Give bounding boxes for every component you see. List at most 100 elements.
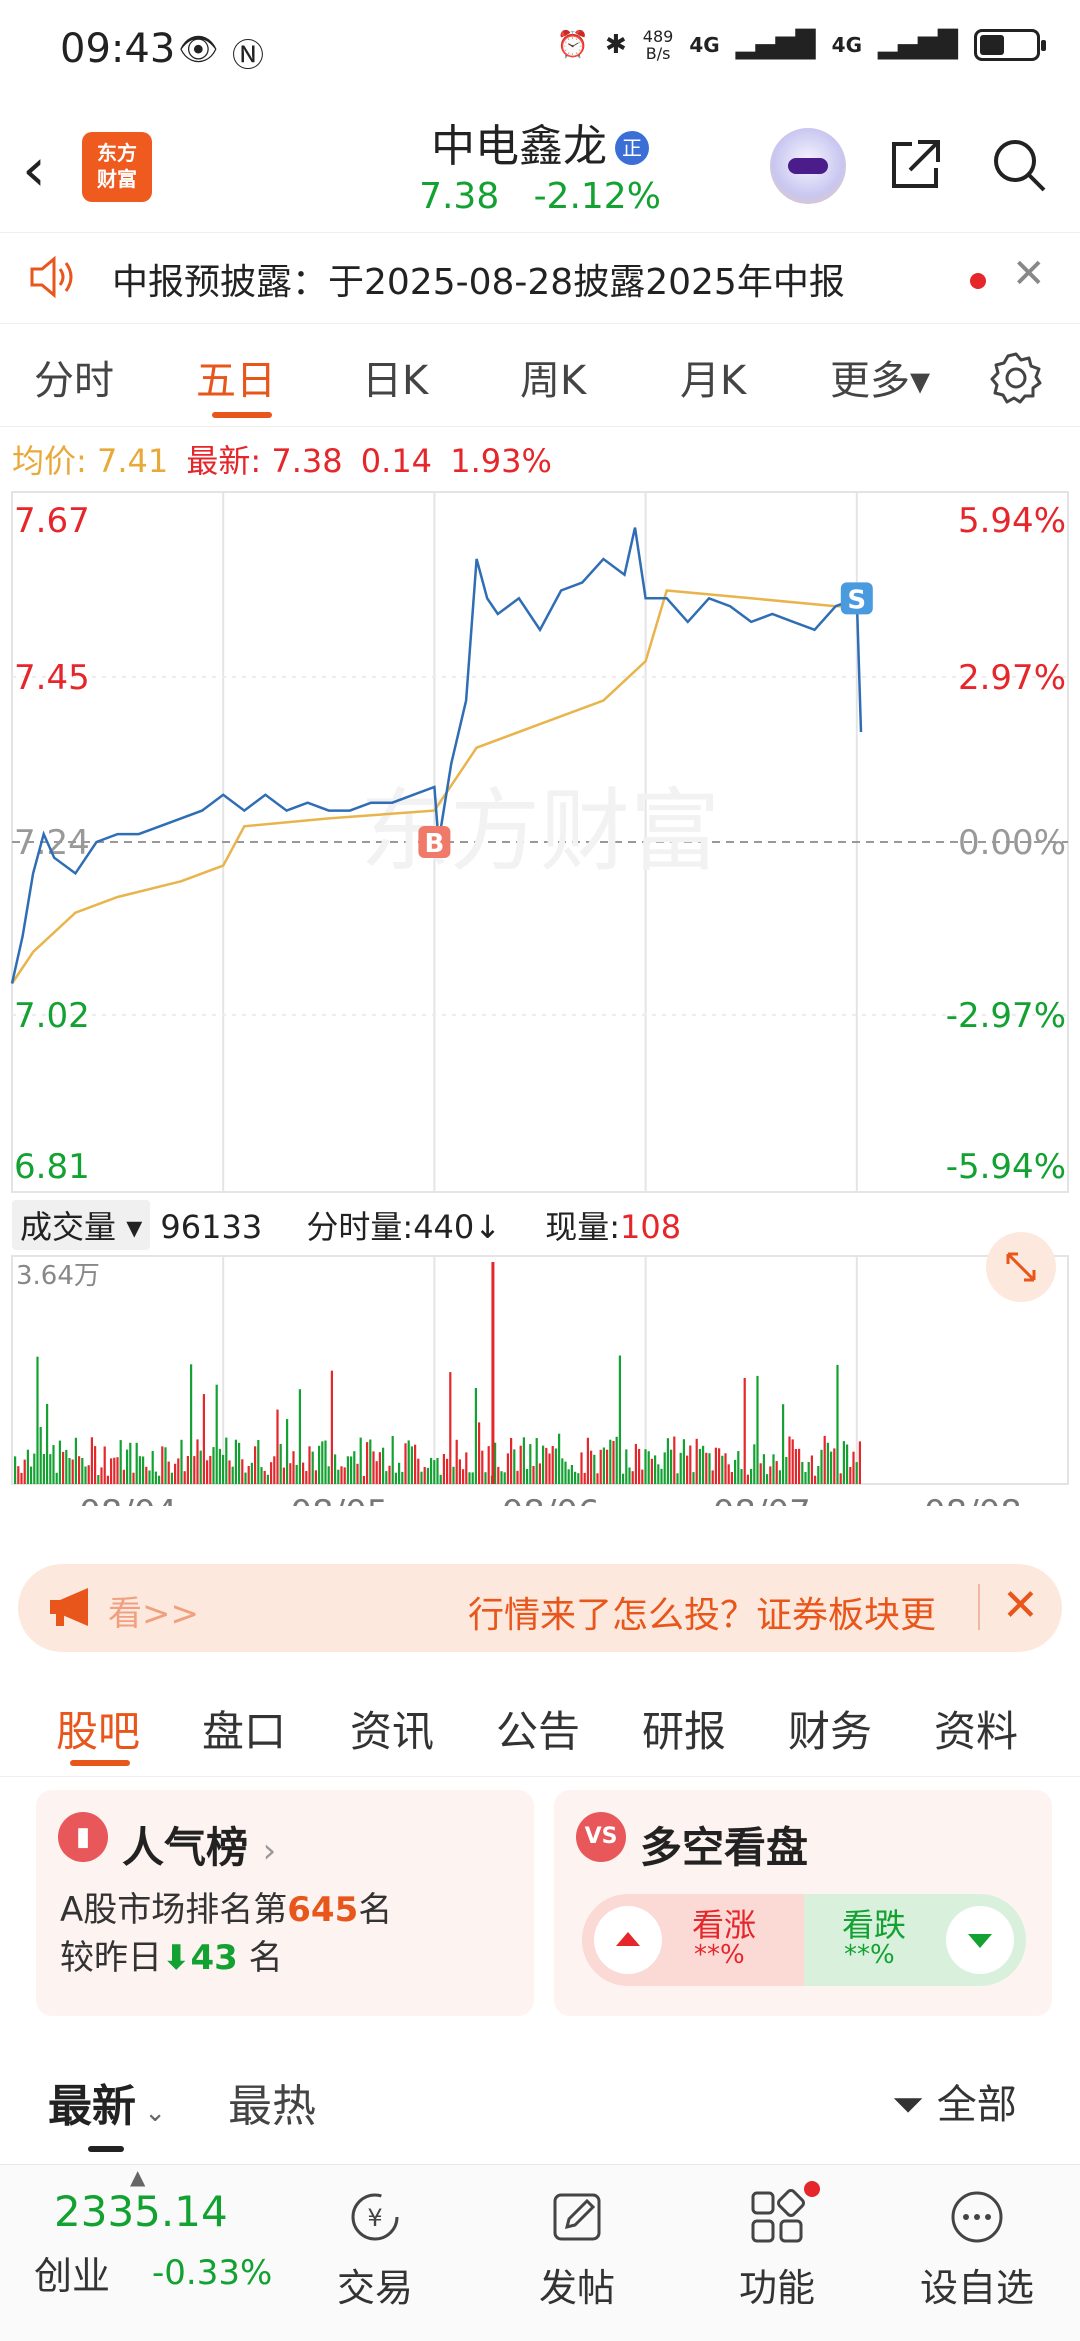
nav-watchlist[interactable]: 设自选 [912, 2175, 1042, 2312]
tab-day-k[interactable]: 日K [362, 348, 428, 406]
tab-finance[interactable]: 财务 [788, 1698, 872, 1759]
tab-fenshi[interactable]: 分时 [34, 348, 114, 406]
grid-icon [751, 2189, 805, 2243]
megaphone-icon [50, 1588, 88, 1626]
longshort-card: VS 多空看盘 看涨 **% 看跌 **% [554, 1790, 1052, 2016]
volume-bar [442, 1454, 445, 1484]
y-left-tick-label: 7.24 [14, 823, 90, 863]
volume-bar [372, 1451, 375, 1484]
volume-bar [330, 1370, 333, 1484]
volume-bar [314, 1470, 317, 1484]
volume-bar [682, 1439, 685, 1484]
volume-bar [404, 1443, 407, 1484]
volume-bar [452, 1466, 455, 1484]
volume-bar [561, 1458, 564, 1484]
volume-bar [708, 1453, 711, 1484]
tab-research[interactable]: 研报 [642, 1698, 726, 1759]
volume-bar [353, 1451, 356, 1484]
volume-bar [724, 1453, 727, 1484]
filter-latest[interactable]: 最新 ⌄ [48, 2070, 166, 2134]
vote-down-button[interactable]: 看跌 **% [804, 1894, 1026, 1986]
volume-bar [238, 1442, 241, 1484]
volume-bar [177, 1458, 180, 1484]
tab-announcements[interactable]: 公告 [496, 1698, 580, 1759]
volume-bar [110, 1458, 113, 1484]
volume-bar [711, 1470, 714, 1484]
vote-up-button[interactable]: 看涨 **% [582, 1894, 804, 1986]
volume-bar [263, 1470, 266, 1484]
notice-close-button[interactable]: ✕ [1012, 251, 1046, 297]
volume-bar [801, 1462, 804, 1484]
promo-banner[interactable]: 看>> 行情来了怎么投？证券板块更 ✕ [18, 1564, 1062, 1652]
trade-marker-label: S [847, 585, 866, 615]
volume-bar [148, 1470, 151, 1484]
volume-bar [750, 1468, 753, 1484]
filter-icon: ⏷ [892, 2082, 924, 2128]
volume-bar [506, 1453, 509, 1484]
volume-bar [289, 1463, 292, 1484]
search-icon[interactable] [990, 136, 1048, 194]
volume-bar [164, 1447, 167, 1484]
status-time: 09:43 [60, 26, 176, 72]
volume-bar [356, 1463, 359, 1484]
tab2-underline [70, 1760, 130, 1766]
volume-bar [516, 1470, 519, 1484]
tab-profile[interactable]: 资料 [934, 1698, 1018, 1759]
volume-bar [670, 1449, 673, 1484]
volume-bar [740, 1469, 743, 1484]
volume-bar [113, 1457, 116, 1484]
volume-bar [292, 1451, 295, 1484]
banner-see-link[interactable]: 看>> [108, 1586, 199, 1635]
tab-more[interactable]: 更多▾ [830, 348, 930, 406]
volume-bar [788, 1436, 791, 1484]
volume-bar [577, 1473, 580, 1484]
popularity-title: 人气榜 › [122, 1823, 277, 1872]
tab-month-k[interactable]: 月K [680, 348, 746, 406]
volume-bar [714, 1447, 717, 1484]
volume-bar [657, 1464, 660, 1484]
y-right-tick-label: 2.97% [958, 658, 1066, 698]
volume-bar [273, 1456, 276, 1484]
volume-bar [615, 1436, 618, 1484]
nav-functions[interactable]: 功能 [712, 2175, 842, 2312]
volume-bar [503, 1472, 506, 1484]
assistant-robot-icon[interactable] [770, 128, 846, 204]
volume-bar [391, 1436, 394, 1484]
expand-icon[interactable] [986, 1232, 1056, 1302]
volume-bar [228, 1460, 231, 1484]
volume-bar [641, 1469, 644, 1484]
volume-bar [529, 1444, 532, 1484]
volume-bar [170, 1472, 173, 1484]
tab-news[interactable]: 资讯 [350, 1698, 434, 1759]
popularity-card[interactable]: ▮ 人气榜 › A股市场排名第645名 较昨日⬇43 名 [36, 1790, 534, 2016]
share-icon[interactable] [886, 136, 944, 194]
banner-close-button[interactable]: ✕ [1002, 1580, 1039, 1631]
alarm-icon: ⏰ [556, 30, 589, 60]
tab-week-k[interactable]: 周K [520, 348, 586, 406]
tab-guba[interactable]: 股吧 [56, 1698, 140, 1759]
volume-bar [551, 1446, 554, 1484]
index-name[interactable]: 创业 [34, 2245, 110, 2300]
volume-bar [174, 1463, 177, 1484]
volume-bar [206, 1460, 209, 1484]
volume-bar [46, 1403, 49, 1484]
five-day-chart[interactable]: 7.67 5.94% 7.45 2.97% 7.24 0.00% 7.02 -2.97% 6.8… [0, 486, 1080, 1506]
index-expand-icon[interactable]: ▲ [130, 2165, 145, 2189]
volume-bar [359, 1437, 362, 1484]
volume-bar [455, 1439, 458, 1484]
volume-bar [606, 1449, 609, 1484]
index-value[interactable]: 2335.14 [54, 2187, 228, 2236]
volume-bar [558, 1433, 561, 1484]
volume-bar [321, 1441, 324, 1484]
nav-post[interactable]: 发帖 [512, 2175, 642, 2312]
filter-hot[interactable]: 最热 [228, 2070, 316, 2134]
battery-icon [974, 29, 1046, 61]
nav-trade[interactable]: ¥ 交易 [310, 2175, 440, 2312]
bluetooth-icon: ✱ [605, 30, 627, 60]
volume-dropdown[interactable]: 成交量 ▾ [12, 1200, 151, 1250]
tab-pankou[interactable]: 盘口 [202, 1698, 286, 1759]
gear-icon[interactable] [988, 350, 1044, 406]
filter-all[interactable]: ⏷ 全部 [892, 2072, 1017, 2130]
notice-bar[interactable]: 中报预披露：于2025-08-28披露2025年中报 ✕ [0, 232, 1080, 324]
tab-five-day[interactable]: 五日 [196, 348, 276, 406]
